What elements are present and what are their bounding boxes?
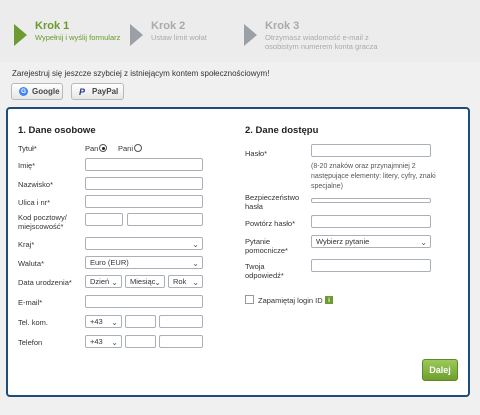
year-value: Rok xyxy=(173,277,187,286)
step-title: Krok 2 xyxy=(151,20,186,32)
postal-code-field[interactable] xyxy=(85,213,123,226)
day-value: Dzień xyxy=(90,277,110,286)
security-label: Bezpieczeństwo hasła xyxy=(245,193,300,211)
chevron-down-icon: ⌄ xyxy=(154,278,161,287)
step-title: Krok 1 xyxy=(35,20,70,32)
chevron-down-icon: ⌄ xyxy=(192,240,199,249)
city-field[interactable] xyxy=(127,213,203,226)
year-select[interactable]: Rok ⌄ xyxy=(168,275,203,288)
currency-select[interactable]: Euro (EUR) ⌄ xyxy=(85,256,203,269)
chevron-down-icon: ⌄ xyxy=(111,338,118,347)
personal-data-heading: 1. Dane osobowe xyxy=(18,125,96,136)
password-label: Hasło* xyxy=(245,149,268,158)
remember-login-checkbox[interactable] xyxy=(245,295,254,304)
mobile-area-field[interactable] xyxy=(125,315,156,328)
day-select[interactable]: Dzień ⌄ xyxy=(85,275,122,288)
street-field[interactable] xyxy=(85,195,203,208)
security-question-value: Wybierz pytanie xyxy=(316,237,370,246)
step-arrow-icon xyxy=(244,24,257,46)
first-name-field[interactable] xyxy=(85,158,203,171)
repeat-password-field[interactable] xyxy=(311,215,431,228)
mobile-number-field[interactable] xyxy=(159,315,203,328)
country-label: Kraj* xyxy=(18,240,35,249)
phone-label: Telefon xyxy=(18,338,43,347)
password-field[interactable] xyxy=(311,144,431,157)
chevron-down-icon: ⌄ xyxy=(420,238,427,247)
step-desc: Ustaw limit wołat xyxy=(151,33,207,42)
last-name-label: Nazwisko* xyxy=(18,180,54,189)
mr-label: Pan xyxy=(85,144,99,153)
title-label: Tytuł* xyxy=(18,144,37,153)
chevron-down-icon: ⌄ xyxy=(111,278,118,287)
postal-label: Kod pocztowy/ miejscowość* xyxy=(18,213,67,231)
month-select[interactable]: Miesiąc ⌄ xyxy=(125,275,165,288)
dob-label: Data urodzenia* xyxy=(18,278,72,287)
step-arrow-icon xyxy=(14,24,27,46)
first-name-label: Imię* xyxy=(18,161,36,170)
paypal-button[interactable]: P PayPal xyxy=(71,83,124,100)
next-button[interactable]: Dalej xyxy=(422,359,458,381)
answer-field[interactable] xyxy=(311,259,431,272)
access-data-heading: 2. Dane dostępu xyxy=(245,125,319,136)
email-field[interactable] xyxy=(85,295,203,308)
phone-number-field[interactable] xyxy=(159,335,203,348)
answer-label: Twoja odpowiedź* xyxy=(245,262,284,280)
repeat-password-label: Powtórz hasło* xyxy=(245,219,296,228)
street-label: Ulica i nr* xyxy=(18,198,51,207)
mrs-label: Pani xyxy=(118,144,134,153)
phone-prefix-select[interactable]: +43 ⌄ xyxy=(85,335,122,348)
registration-steps: Krok 1 Wypełnij i wyślij formularz Krok … xyxy=(0,0,480,62)
last-name-field[interactable] xyxy=(85,177,203,190)
password-hint: (8-20 znaków oraz przynajmniej 2 następu… xyxy=(311,163,436,190)
mobile-label: Tel. kom. xyxy=(18,318,49,327)
month-value: Miesiąc xyxy=(130,277,156,286)
social-login-text: Zarejestruj się jeszcze szybciej z istni… xyxy=(12,69,270,78)
country-select[interactable]: ⌄ xyxy=(85,237,203,250)
google-icon: G xyxy=(19,87,28,96)
step-desc: Otrzymasz wiadomość e-mail z osobistym n… xyxy=(265,33,378,51)
mrs-radio[interactable] xyxy=(134,144,142,152)
remember-login-label: Zapamiętaj login ID xyxy=(258,296,323,305)
password-strength-bar xyxy=(311,198,431,203)
currency-label: Waluta* xyxy=(18,259,44,268)
step-title: Krok 3 xyxy=(265,20,300,32)
phone-prefix-value: +43 xyxy=(90,337,103,346)
mobile-prefix-value: +43 xyxy=(90,317,103,326)
mr-radio[interactable] xyxy=(99,144,107,152)
google-button[interactable]: G Google xyxy=(11,83,63,100)
step-desc: Wypełnij i wyślij formularz xyxy=(35,33,121,42)
chevron-down-icon: ⌄ xyxy=(192,278,199,287)
security-question-select[interactable]: Wybierz pytanie ⌄ xyxy=(311,235,431,248)
registration-form: 1. Dane osobowe Tytuł* Pan Pani Imię* Na… xyxy=(6,107,470,397)
email-label: E-mail* xyxy=(18,298,43,307)
phone-area-field[interactable] xyxy=(125,335,156,348)
chevron-down-icon: ⌄ xyxy=(192,259,199,268)
paypal-icon: P xyxy=(79,86,86,97)
security-question-label: Pytanie pomocnicze* xyxy=(245,237,288,255)
step-arrow-icon xyxy=(130,24,143,46)
currency-value: Euro (EUR) xyxy=(90,258,129,267)
info-icon[interactable]: i xyxy=(325,296,333,304)
chevron-down-icon: ⌄ xyxy=(111,318,118,327)
google-label: Google xyxy=(32,87,60,96)
mobile-prefix-select[interactable]: +43 ⌄ xyxy=(85,315,122,328)
paypal-label: PayPal xyxy=(92,87,119,96)
